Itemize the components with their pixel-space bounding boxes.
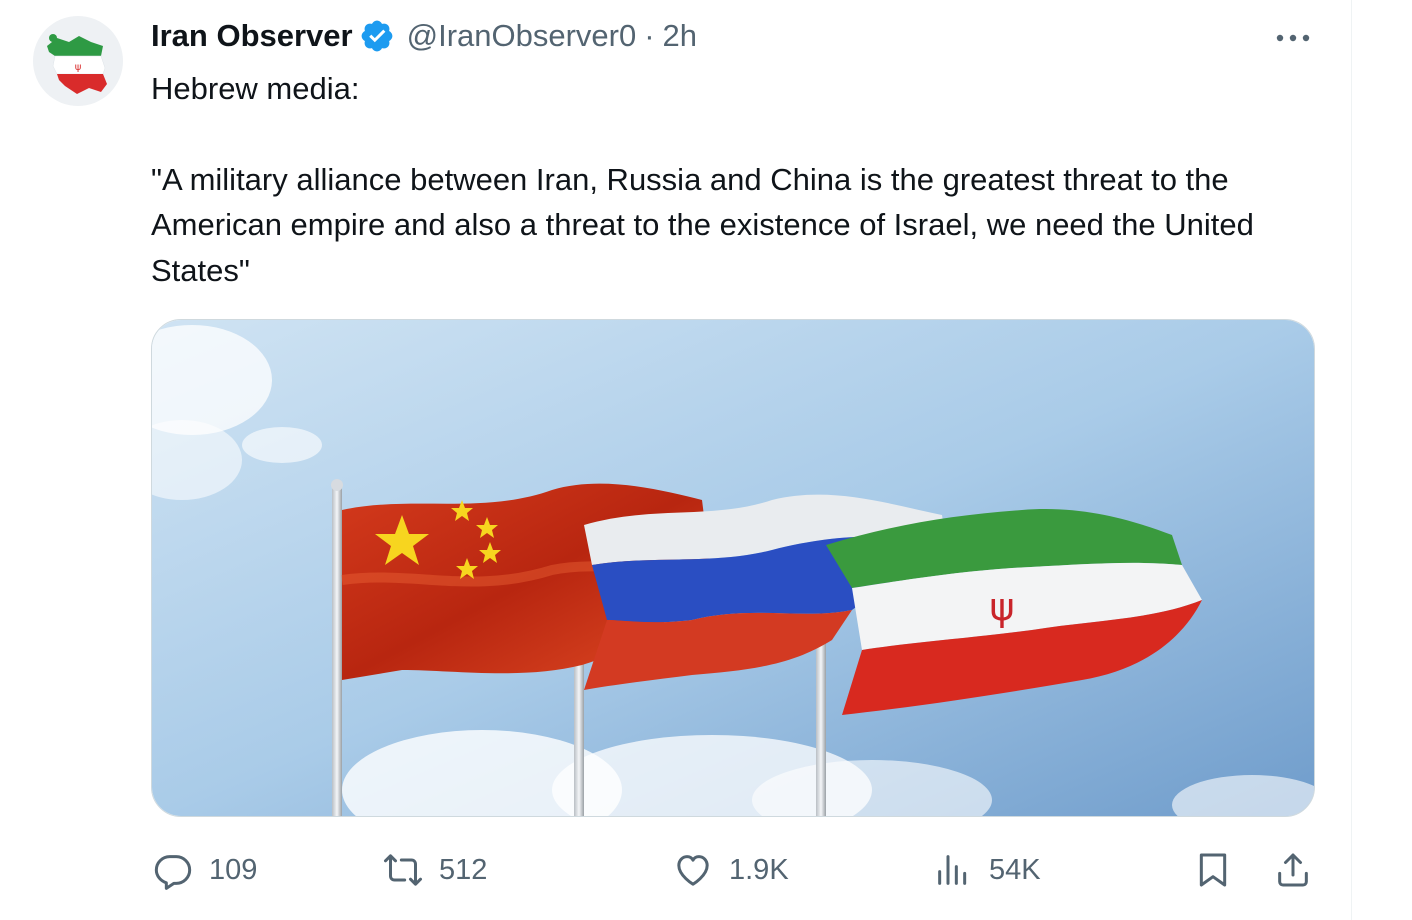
tweet-actions: 109 512 1.9K 54K [151,840,1321,900]
user-handle[interactable]: @IranObserver0 [407,18,637,54]
reply-count: 109 [209,853,258,886]
tweet-text-line: Hebrew media: [151,71,360,106]
repost-button[interactable]: 512 [381,840,487,900]
tweet-quote: "A military alliance between Iran, Russi… [151,161,1254,288]
heart-icon [671,848,715,892]
svg-text:ψ: ψ [989,585,1014,629]
more-button[interactable] [1268,22,1318,54]
flags-photo: ψ [152,320,1314,816]
views-button[interactable]: 54K [931,840,1041,900]
reply-bubble-icon [151,848,195,892]
bookmark-button[interactable] [1191,840,1235,900]
like-button[interactable]: 1.9K [671,840,789,900]
tweet-card[interactable]: ψ Iran Observer @IranObserver0 · 2h Hebr… [0,0,1352,920]
iran-map-flag-icon: ψ [33,16,123,106]
views-count: 54K [989,853,1041,886]
tweet-text: Hebrew media: "A military alliance betwe… [151,66,1321,293]
svg-text:ψ: ψ [75,62,82,73]
reply-button[interactable]: 109 [151,840,257,900]
separator-dot: · [644,18,655,53]
verified-badge-icon[interactable] [359,18,395,54]
share-icon [1271,848,1315,892]
share-button[interactable] [1271,840,1315,900]
repost-count: 512 [439,853,488,886]
timestamp[interactable]: 2h [663,18,697,54]
more-dots-icon [1276,34,1310,42]
avatar[interactable]: ψ [33,16,123,106]
tweet-header: Iran Observer @IranObserver0 · 2h [151,14,697,58]
repost-icon [381,848,425,892]
views-bar-chart-icon [931,848,975,892]
display-name[interactable]: Iran Observer [151,18,353,54]
like-count: 1.9K [729,853,789,886]
tweet-image[interactable]: ψ [151,319,1315,817]
bookmark-icon [1191,848,1235,892]
page-margin [1353,0,1412,920]
